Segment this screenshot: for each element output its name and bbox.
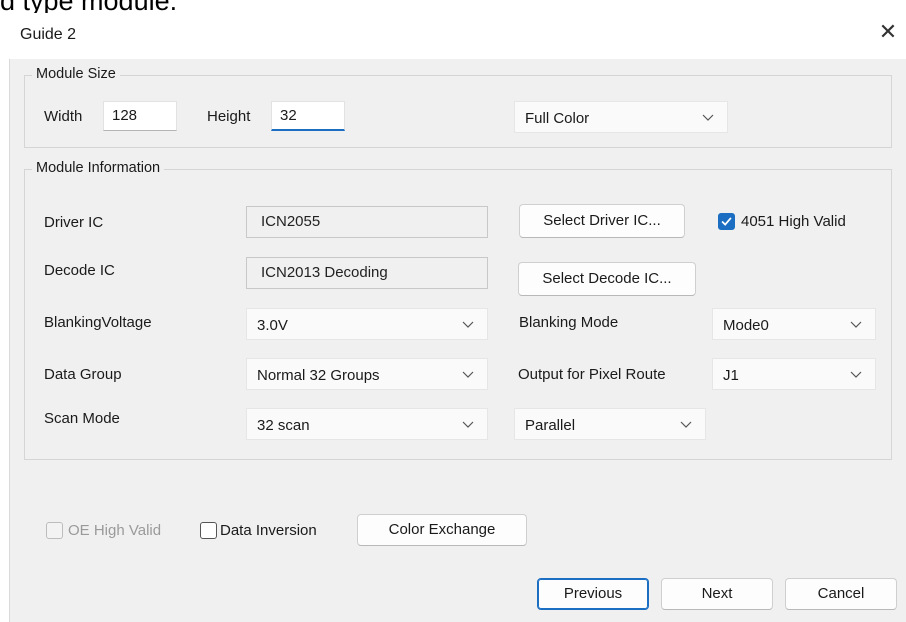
chevron-down-icon xyxy=(462,371,474,378)
select-decode-ic-button[interactable]: Select Decode IC... xyxy=(518,262,696,296)
blanking-mode-select[interactable]: Mode0 xyxy=(712,308,876,340)
blanking-voltage-label: BlankingVoltage xyxy=(44,314,152,331)
next-button[interactable]: Next xyxy=(661,578,773,610)
data-group-select[interactable]: Normal 32 Groups xyxy=(246,358,488,390)
decode-ic-label: Decode IC xyxy=(44,262,115,279)
data-group-value: Normal 32 Groups xyxy=(257,367,380,384)
cancel-button[interactable]: Cancel xyxy=(785,578,897,610)
scan-type-select[interactable]: Parallel xyxy=(514,408,706,440)
pixel-route-label: Output for Pixel Route xyxy=(518,366,666,383)
height-label: Height xyxy=(207,108,251,125)
blanking-mode-label: Blanking Mode xyxy=(519,314,619,331)
module-information-legend: Module Information xyxy=(32,160,165,176)
color-exchange-button[interactable]: Color Exchange xyxy=(357,514,527,546)
valid-4051-label: 4051 High Valid xyxy=(741,213,846,230)
previous-button[interactable]: Previous xyxy=(537,578,649,610)
close-icon[interactable]: ✕ xyxy=(876,20,900,44)
title-bar xyxy=(9,13,906,59)
chevron-down-icon xyxy=(462,321,474,328)
driver-ic-field: ICN2055 xyxy=(246,206,488,238)
decode-ic-field: ICN2013 Decoding xyxy=(246,257,488,289)
chevron-down-icon xyxy=(702,114,714,121)
color-mode-value: Full Color xyxy=(525,110,590,127)
chevron-down-icon xyxy=(462,421,474,428)
scan-mode-select[interactable]: 32 scan xyxy=(246,408,488,440)
blanking-voltage-select[interactable]: 3.0V xyxy=(246,308,488,340)
select-driver-ic-button[interactable]: Select Driver IC... xyxy=(519,204,685,238)
chevron-down-icon xyxy=(850,321,862,328)
checkmark-icon xyxy=(721,217,732,226)
oe-high-valid-checkbox[interactable] xyxy=(46,522,63,539)
pixel-route-value: J1 xyxy=(723,367,739,384)
width-label: Width xyxy=(44,108,83,125)
scan-mode-value: 32 scan xyxy=(257,417,310,434)
module-size-legend: Module Size xyxy=(32,66,120,82)
chevron-down-icon xyxy=(680,421,692,428)
blanking-mode-value: Mode0 xyxy=(723,317,769,334)
blanking-voltage-value: 3.0V xyxy=(257,317,288,334)
scan-mode-label: Scan Mode xyxy=(44,410,120,427)
data-group-label: Data Group xyxy=(44,366,122,383)
oe-high-valid-label: OE High Valid xyxy=(68,522,162,539)
color-mode-select[interactable]: Full Color xyxy=(514,101,728,133)
data-inversion-checkbox[interactable] xyxy=(200,522,217,539)
height-input[interactable]: 32 xyxy=(271,101,345,131)
scan-type-value: Parallel xyxy=(525,417,576,434)
pixel-route-select[interactable]: J1 xyxy=(712,358,876,390)
window-title: Guide 2 xyxy=(20,26,77,43)
width-input[interactable]: 128 xyxy=(103,101,177,131)
data-inversion-label: Data Inversion xyxy=(220,522,317,539)
driver-ic-label: Driver IC xyxy=(44,214,104,231)
chevron-down-icon xyxy=(850,371,862,378)
valid-4051-checkbox[interactable] xyxy=(718,213,735,230)
